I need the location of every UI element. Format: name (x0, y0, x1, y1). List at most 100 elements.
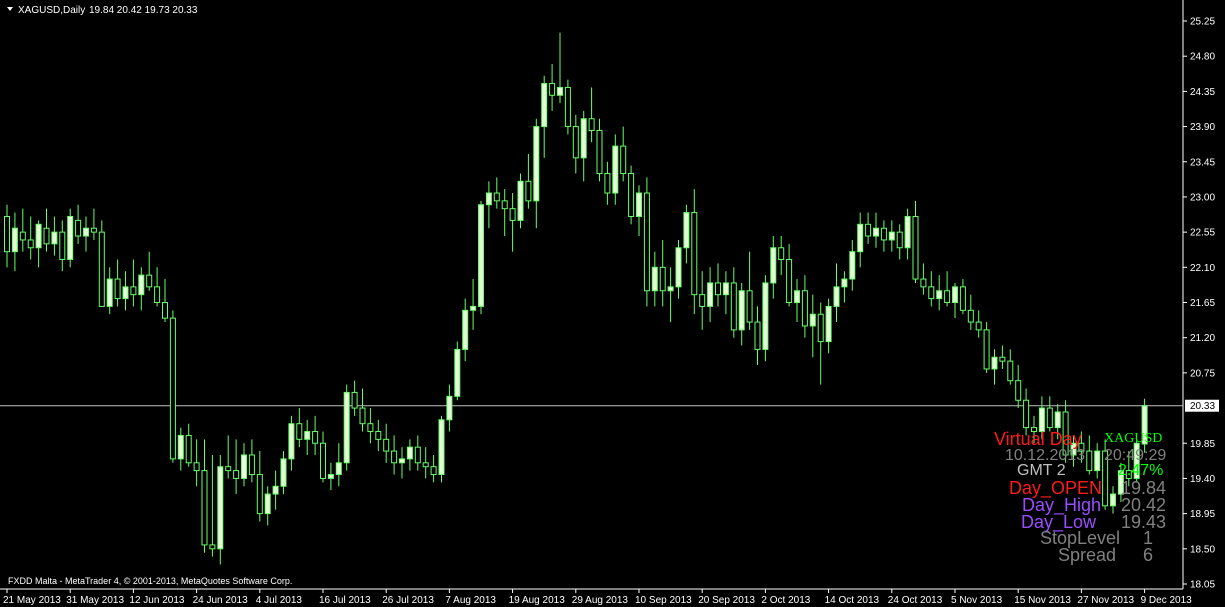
candle-body-bull (683, 212, 690, 249)
candle (193, 439, 200, 487)
footer-copyright: FXDD Malta - MetaTrader 4, © 2001-2013, … (8, 576, 292, 586)
candle (659, 239, 666, 307)
candle-body-bear (4, 215, 10, 253)
candle (880, 220, 887, 252)
candle-body-bull (470, 305, 477, 311)
candle (146, 251, 153, 291)
candle (138, 267, 145, 311)
candle-body-bear (691, 212, 698, 296)
candle-body-bear (912, 215, 919, 280)
candle (185, 423, 192, 467)
candle (849, 239, 856, 291)
price-tick-label: 22.10 (1190, 263, 1215, 274)
candle (83, 216, 89, 252)
candle-body-bear (367, 423, 374, 433)
candle-body-bull (675, 247, 682, 288)
candle-body-bear (1015, 380, 1022, 401)
candle-body-bear (114, 278, 121, 300)
price-tick-label: 23.90 (1190, 122, 1215, 133)
candle-body-bear (193, 462, 200, 472)
candle (264, 486, 271, 526)
candle-body-bull (138, 274, 145, 296)
candle (707, 267, 714, 323)
candle (896, 224, 903, 260)
candle-body-bull (722, 282, 729, 296)
candle (75, 204, 82, 244)
candle-body-bear (1023, 399, 1030, 429)
candle-body-bear (549, 83, 556, 96)
candle (209, 454, 216, 557)
candle (825, 298, 832, 354)
candle-body-bear (501, 200, 508, 210)
candle (296, 408, 303, 448)
candle-body-bear (493, 192, 500, 202)
price-tick-label: 18.05 (1190, 580, 1215, 591)
time-tick-label: 7 Aug 2013 (445, 595, 496, 606)
time-tick-label: 2 Oct 2013 (761, 595, 810, 606)
candle (904, 208, 911, 260)
candle-body-bear (525, 180, 532, 202)
candle-body-bull (636, 192, 642, 217)
candle (722, 271, 729, 315)
candle-body-bull (873, 227, 879, 237)
candle (817, 302, 824, 385)
candles-group (4, 32, 1148, 565)
spread-value: 6 (1143, 545, 1154, 565)
candle (596, 118, 603, 182)
window-menu-triangle-icon[interactable] (7, 7, 13, 11)
candle (620, 126, 627, 182)
candle (217, 454, 224, 565)
candle (233, 439, 240, 495)
chart-window[interactable]: XAGUSD,Daily 19.84 20.42 19.73 20.33 25.… (0, 0, 1225, 607)
candle (383, 423, 390, 463)
candle-body-bear (185, 434, 192, 464)
candle-body-bear (896, 231, 903, 249)
candle-body-bear (375, 431, 382, 440)
price-tick-label: 19.40 (1190, 474, 1215, 485)
candle (738, 282, 745, 346)
candle-body-bear (778, 247, 785, 260)
candle-body-bull (1038, 407, 1045, 433)
time-tick-label: 12 Jun 2013 (129, 595, 184, 606)
candle (833, 263, 840, 323)
candle (730, 267, 737, 338)
candle-body-bull (849, 251, 856, 280)
candle-body-bull (83, 227, 89, 237)
candle-body-bull (478, 204, 484, 307)
candle-body-bull (446, 395, 453, 421)
candle-body-bear (817, 313, 824, 343)
candle-body-bear (430, 466, 437, 476)
time-tick-label: 26 Jul 2013 (382, 595, 434, 606)
candle (98, 220, 105, 307)
candle (59, 220, 66, 272)
candle-body-bull (794, 290, 800, 304)
time-tick-label: 16 Jul 2013 (319, 595, 371, 606)
time-axis: 21 May 2013 31 May 2013 12 Jun 2013 24 Jun … (3, 589, 1192, 606)
candle (43, 208, 50, 252)
candle-body-bear (27, 239, 34, 249)
candle-body-bull (462, 309, 469, 350)
candle-body-bear (999, 356, 1006, 362)
candle (517, 173, 524, 229)
candle-body-bear (59, 231, 66, 260)
candle (11, 212, 18, 272)
candle (154, 267, 161, 307)
price-tick-label: 21.65 (1190, 298, 1215, 309)
candle-body-bear (43, 227, 50, 245)
candle-body-bull (217, 466, 224, 550)
candle (959, 279, 966, 315)
time-tick-label: 10 Sep 2013 (635, 595, 692, 606)
candle-body-bear (391, 450, 398, 464)
candle (991, 349, 998, 385)
candle-body-bull (288, 423, 295, 460)
time-tick-label: 19 Aug 2013 (509, 595, 566, 606)
candle (422, 447, 429, 479)
candle (857, 212, 864, 268)
candle (533, 118, 540, 229)
time-tick-label: 29 Aug 2013 (572, 595, 629, 606)
candle-body-bear (730, 282, 737, 331)
candle (351, 380, 358, 416)
candle-body-bear (983, 329, 990, 370)
candle-body-bear (628, 172, 635, 217)
candle (35, 220, 42, 268)
